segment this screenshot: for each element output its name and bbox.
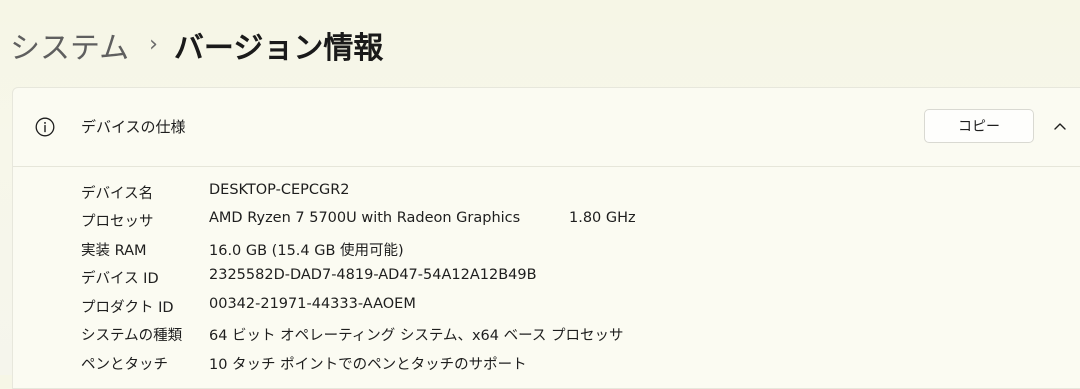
spec-row-device-id: デバイス ID 2325582D-DAD7-4819-AD47-54A12A12… xyxy=(13,263,1080,291)
device-specs-header[interactable]: デバイスの仕様 コピー xyxy=(13,88,1080,167)
spec-value: 00342-21971-44333-AAOEM xyxy=(209,296,416,312)
spec-value: 10 タッチ ポイントでのペンとタッチのサポート xyxy=(209,357,527,373)
spec-value: 16.0 GB (15.4 GB 使用可能) xyxy=(209,243,404,259)
breadcrumb-separator-icon: › xyxy=(149,31,158,57)
copy-button[interactable]: コピー xyxy=(924,109,1034,143)
spec-label: デバイス ID xyxy=(81,271,159,287)
chevron-up-icon[interactable] xyxy=(1053,119,1067,133)
breadcrumb: システム › バージョン情報 xyxy=(10,20,383,70)
spec-row-product-id: プロダクト ID 00342-21971-44333-AAOEM xyxy=(13,292,1080,320)
page-title: バージョン情報 xyxy=(173,31,384,66)
spec-label: デバイス名 xyxy=(81,186,154,202)
spec-value: 2325582D-DAD7-4819-AD47-54A12A12B49B xyxy=(209,267,537,283)
spec-row-device-name: デバイス名 DESKTOP-CEPCGR2 xyxy=(13,178,1080,206)
spec-label: 実装 RAM xyxy=(81,243,147,259)
spec-value: AMD Ryzen 7 5700U with Radeon Graphics xyxy=(209,210,521,226)
spec-row-ram: 実装 RAM 16.0 GB (15.4 GB 使用可能) xyxy=(13,235,1080,263)
spec-value: DESKTOP-CEPCGR2 xyxy=(209,182,350,198)
spec-row-pen-touch: ペンとタッチ 10 タッチ ポイントでのペンとタッチのサポート xyxy=(13,349,1080,377)
breadcrumb-system[interactable]: システム xyxy=(10,23,129,67)
spec-label: システムの種類 xyxy=(81,328,183,344)
device-specs-panel: デバイスの仕様 コピー デバイス名 DESKTOP-CEPCGR2 プロセッサ … xyxy=(12,87,1080,389)
spec-row-system-type: システムの種類 64 ビット オペレーティング システム、x64 ベース プロセ… xyxy=(13,320,1080,348)
spec-label: ペンとタッチ xyxy=(81,357,168,373)
spec-value: 64 ビット オペレーティング システム、x64 ベース プロセッサ xyxy=(209,328,624,344)
device-specs-title: デバイスの仕様 xyxy=(81,118,186,136)
spec-label: プロセッサ xyxy=(81,214,154,230)
spec-label: プロダクト ID xyxy=(81,300,174,316)
spec-row-processor: プロセッサ AMD Ryzen 7 5700U with Radeon Grap… xyxy=(13,206,1080,234)
info-icon xyxy=(35,117,55,137)
processor-speed: 1.80 GHz xyxy=(569,210,636,226)
